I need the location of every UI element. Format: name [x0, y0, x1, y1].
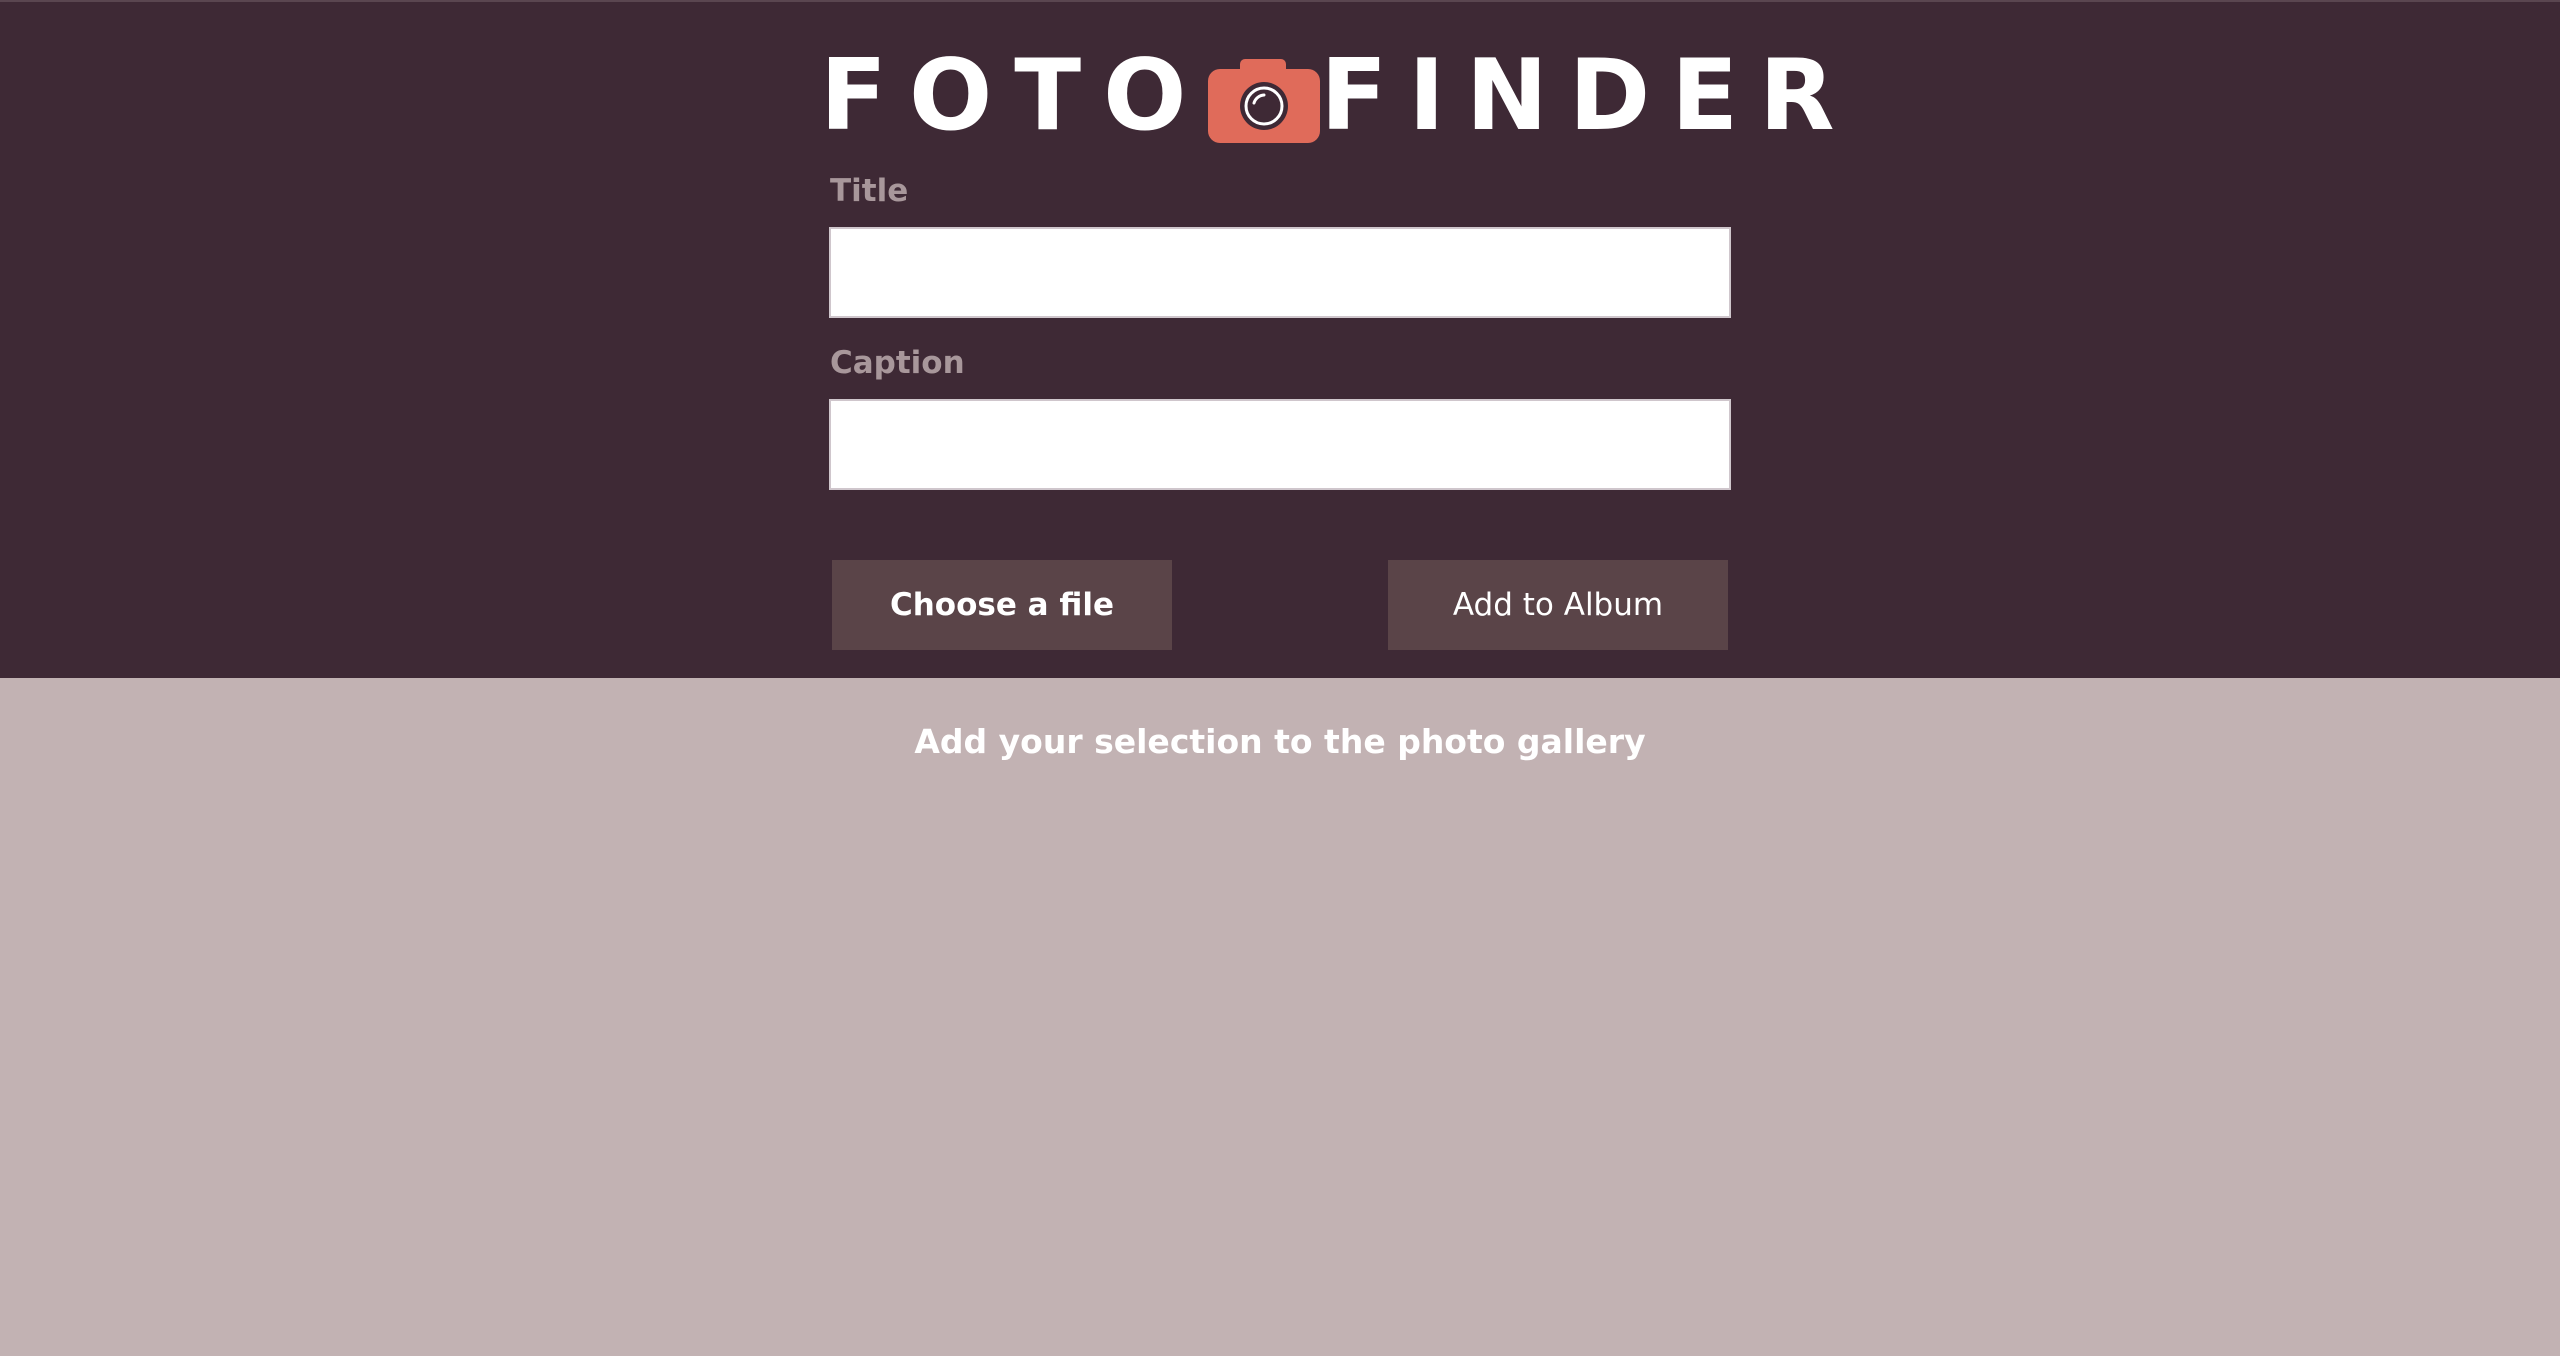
logo-word-foto: FOTO	[820, 39, 1209, 153]
logo: FOTO FINDER	[820, 39, 1835, 153]
header: FOTO FINDER Title Caption Choose a file …	[0, 0, 2560, 678]
caption-input[interactable]	[829, 399, 1731, 490]
app-page: FOTO FINDER Title Caption Choose a file …	[0, 0, 2560, 1356]
title-input[interactable]	[829, 227, 1731, 318]
choose-file-button[interactable]: Choose a file	[832, 560, 1172, 650]
camera-icon	[1208, 59, 1321, 143]
gallery-empty-message: Add your selection to the photo gallery	[914, 722, 1646, 761]
title-label: Title	[830, 173, 909, 209]
add-to-album-button[interactable]: Add to Album	[1388, 560, 1728, 650]
caption-label: Caption	[830, 345, 965, 381]
logo-word-finder: FINDER	[1320, 39, 1856, 153]
